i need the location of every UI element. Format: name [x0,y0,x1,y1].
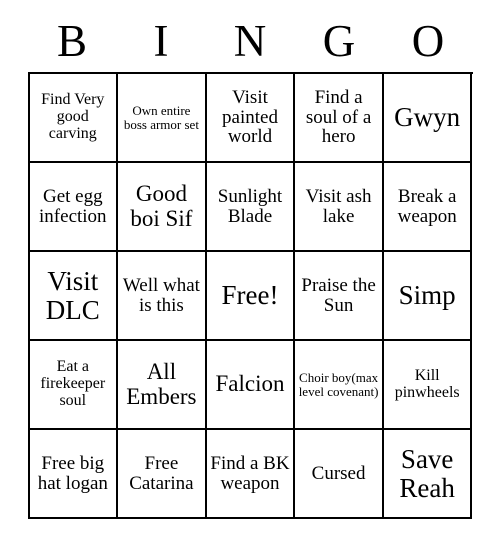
bingo-cell[interactable]: Well what is this [118,252,207,341]
bingo-cell-label: Gwyn [394,102,461,133]
bingo-cell[interactable]: Find a BK weapon [206,430,296,519]
header-letter-o: O [411,16,445,66]
bingo-cell[interactable]: Kill pinwheels [383,341,473,430]
header-letter-b: B [56,16,87,66]
bingo-cell-label: Eat a firekeeper soul [40,358,106,409]
bingo-cell-label: Visit DLC [45,266,100,325]
bingo-cell-free[interactable]: Free! [206,252,296,341]
bingo-row: Find Very good carving Own entire boss a… [29,74,473,163]
bingo-cell[interactable]: Free big hat logan [29,430,119,519]
bingo-cell[interactable]: Own entire boss armor set [118,74,207,163]
bingo-cell[interactable]: Get egg infection [29,163,119,252]
bingo-cell[interactable]: Choir boy(max level covenant) [295,341,384,430]
bingo-cell[interactable]: Free Catarina [118,430,207,519]
bingo-cell-label: Find a soul of a hero [305,86,372,148]
bingo-cell-label: Find Very good carving [41,91,105,142]
bingo-cell-label: Choir boy(max level covenant) [298,369,379,399]
bingo-cell-label: Praise the Sun [301,274,376,316]
bingo-cell-label: Well what is this [122,274,200,316]
header-letter-g: G [322,16,356,66]
bingo-cell[interactable]: Find Very good carving [29,74,119,163]
bingo-cell-label: Falcion [215,371,285,397]
header-letter-i: I [153,16,169,66]
bingo-cell-label: Get egg infection [39,185,107,227]
bingo-cell[interactable]: Visit DLC [29,252,119,341]
bingo-row: Free big hat logan Free Catarina Find a … [29,430,473,519]
bingo-cell-label: Free Catarina [129,452,194,494]
bingo-cell-label: Free! [221,280,279,311]
bingo-cell[interactable]: Visit painted world [206,74,296,163]
bingo-cell[interactable]: Falcion [206,341,296,430]
bingo-cell[interactable]: Praise the Sun [295,252,384,341]
bingo-cell-label: Save Reah [399,444,455,503]
bingo-cell[interactable]: All Embers [118,341,207,430]
bingo-cell[interactable]: Find a soul of a hero [295,74,384,163]
bingo-cell-label: Find a BK weapon [210,452,290,494]
bingo-cell[interactable]: Break a weapon [383,163,473,252]
bingo-row: Eat a firekeeper soul All Embers Falcion… [29,341,473,430]
bingo-cell-label: Free big hat logan [37,452,108,494]
bingo-cell-label: Visit ash lake [305,185,372,227]
header-letter-n: N [233,16,267,66]
bingo-cell-label: All Embers [126,359,197,409]
bingo-card: B I N G O Find Very good carving Own ent… [0,0,500,544]
bingo-row: Visit DLC Well what is this Free! Praise… [29,252,473,341]
bingo-cell[interactable]: Visit ash lake [295,163,384,252]
bingo-header: B I N G O [28,16,473,66]
bingo-grid: Find Very good carving Own entire boss a… [27,72,473,519]
bingo-cell[interactable]: Eat a firekeeper soul [29,341,119,430]
bingo-cell[interactable]: Gwyn [383,74,473,163]
bingo-cell-label: Own entire boss armor set [123,102,199,132]
bingo-cell[interactable]: Simp [383,252,473,341]
bingo-cell-label: Break a weapon [397,185,457,227]
bingo-cell[interactable]: Sunlight Blade [206,163,296,252]
bingo-cell-label: Good boi Sif [130,181,193,231]
bingo-cell[interactable]: Good boi Sif [118,163,207,252]
bingo-cell-label: Simp [398,280,456,311]
bingo-cell[interactable]: Cursed [295,430,384,519]
bingo-cell-label: Kill pinwheels [394,366,460,401]
bingo-row: Get egg infection Good boi Sif Sunlight … [29,163,473,252]
bingo-cell-label: Cursed [311,462,366,484]
bingo-cell-label: Sunlight Blade [217,185,283,227]
bingo-cell[interactable]: Save Reah [383,430,473,519]
bingo-cell-label: Visit painted world [222,86,278,148]
